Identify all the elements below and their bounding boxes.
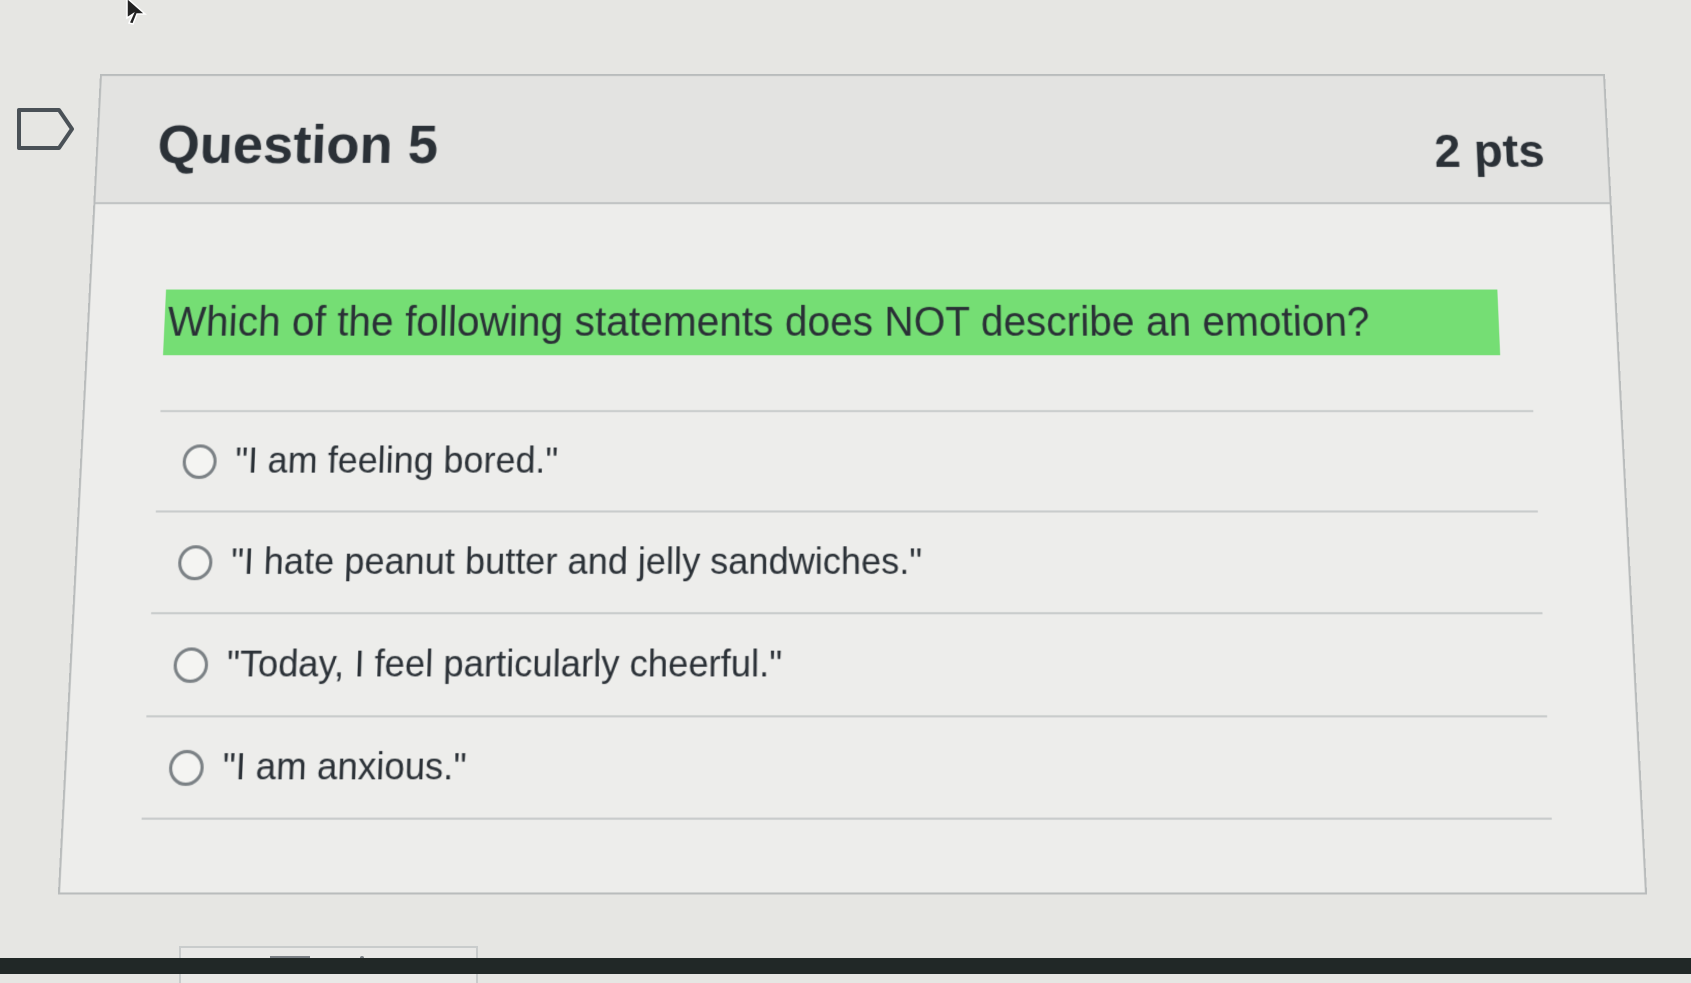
answer-label: "Today, I feel particularly cheerful." <box>225 643 783 686</box>
question-title: Question 5 <box>156 114 439 175</box>
question-header: Question 5 2 pts <box>95 75 1610 205</box>
radio-button-icon[interactable] <box>168 749 205 786</box>
answer-option-2[interactable]: "I hate peanut butter and jelly sandwich… <box>151 510 1543 613</box>
answer-label: "I hate peanut butter and jelly sandwich… <box>230 541 923 583</box>
question-body: Which of the following statements does N… <box>60 204 1645 893</box>
answer-option-3[interactable]: "Today, I feel particularly cheerful." <box>146 612 1548 716</box>
question-card: Question 5 2 pts Which of the following … <box>57 74 1648 895</box>
flag-outline-icon[interactable] <box>16 107 76 155</box>
radio-button-icon[interactable] <box>172 646 209 683</box>
radio-button-icon[interactable] <box>177 544 214 580</box>
answer-list: "I am feeling bored." "I hate peanut but… <box>141 410 1552 820</box>
answer-label: "I am anxious." <box>221 745 468 789</box>
question-prompt: Which of the following statements does N… <box>163 289 1501 356</box>
answer-option-1[interactable]: "I am feeling bored." <box>155 410 1538 511</box>
answer-option-4[interactable]: "I am anxious." <box>141 715 1552 820</box>
question-points: 2 pts <box>1433 123 1546 177</box>
screen-bottom-edge <box>0 958 1691 974</box>
mouse-pointer-icon <box>126 0 147 25</box>
answer-label: "I am feeling bored." <box>234 440 559 482</box>
radio-button-icon[interactable] <box>182 443 218 479</box>
